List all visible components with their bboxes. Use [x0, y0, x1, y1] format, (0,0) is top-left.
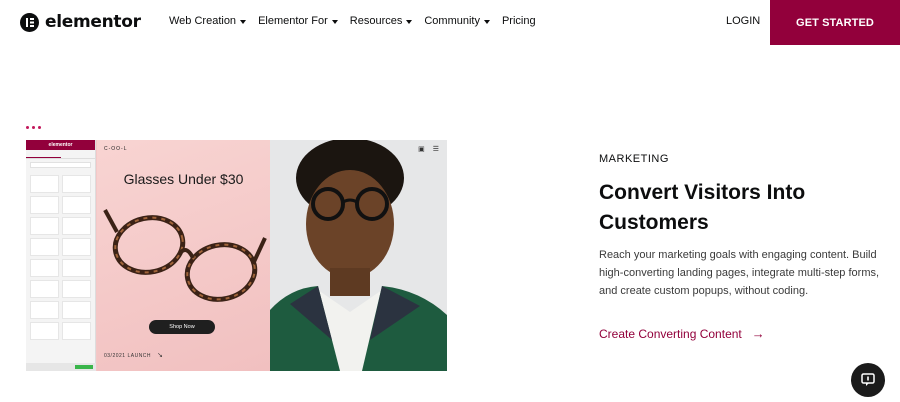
section-body: Reach your marketing goals with engaging… — [599, 249, 880, 297]
menu-item-pricing[interactable]: Pricing — [502, 15, 536, 27]
menu-item-community[interactable]: Community — [424, 15, 490, 27]
decorative-dots — [26, 126, 41, 129]
menu-item-elementor-for[interactable]: Elementor For — [258, 15, 338, 27]
editor-panel-preview: elementor — [26, 140, 96, 371]
dropdown-caret-icon — [483, 19, 490, 24]
editor-tabs — [26, 150, 95, 159]
get-started-button[interactable]: GET STARTED — [770, 0, 900, 45]
chat-button[interactable] — [851, 363, 885, 397]
menu-item-web-creation[interactable]: Web Creation — [169, 15, 247, 27]
link-label: Create Converting Content — [599, 326, 742, 341]
editor-search — [30, 162, 91, 168]
editor-title: elementor — [26, 140, 95, 150]
menu-item-resources[interactable]: Resources — [350, 15, 413, 27]
create-converting-content-link[interactable]: Create Converting Content → — [599, 326, 765, 341]
hero-image: elementor C-OO-L Glasses Under $30 Shop — [26, 140, 447, 371]
menu-item-label: Resources — [349, 15, 403, 27]
menu-item-label: Web Creation — [169, 15, 237, 27]
dropdown-caret-icon — [331, 19, 338, 24]
store-header-icons: ▣ ☰ — [418, 145, 439, 153]
editor-bottom-bar — [26, 363, 96, 371]
glasses-promo-panel: C-OO-L Glasses Under $30 Shop Now 03/202… — [97, 140, 270, 371]
menu-item-label: Pricing — [501, 15, 536, 27]
elementor-logo-icon — [20, 12, 39, 32]
chat-icon — [861, 373, 875, 386]
menu-item-label: Community — [424, 15, 480, 27]
arrow-right-icon: → — [751, 326, 765, 341]
section-headline: Convert Visitors Into Customers — [599, 181, 806, 234]
hamburger-icon[interactable]: ☰ — [433, 145, 439, 153]
arrow-down-right-icon: ↘ — [157, 352, 163, 359]
menu-item-label: Elementor For — [258, 15, 328, 27]
shop-now-button[interactable]: Shop Now — [149, 320, 215, 334]
section-eyebrow: MARKETING — [599, 153, 669, 165]
bag-icon[interactable]: ▣ — [418, 145, 425, 153]
login-link[interactable]: LOGIN — [726, 15, 760, 27]
dropdown-caret-icon — [240, 19, 247, 24]
top-navigation: elementor Web Creation Elementor For Res… — [0, 0, 900, 45]
elementor-logo[interactable]: elementor — [20, 12, 141, 32]
editor-widget-grid — [26, 171, 95, 344]
person-illustration — [270, 140, 447, 371]
launch-text: 03/2021 LAUNCH — [104, 353, 152, 359]
dropdown-caret-icon — [406, 19, 413, 24]
logo-text: elementor — [45, 12, 141, 32]
glasses-illustration — [103, 209, 267, 302]
main-menu: Web Creation Elementor For Resources Com… — [169, 15, 536, 27]
model-photo: ▣ ☰ — [270, 140, 447, 371]
